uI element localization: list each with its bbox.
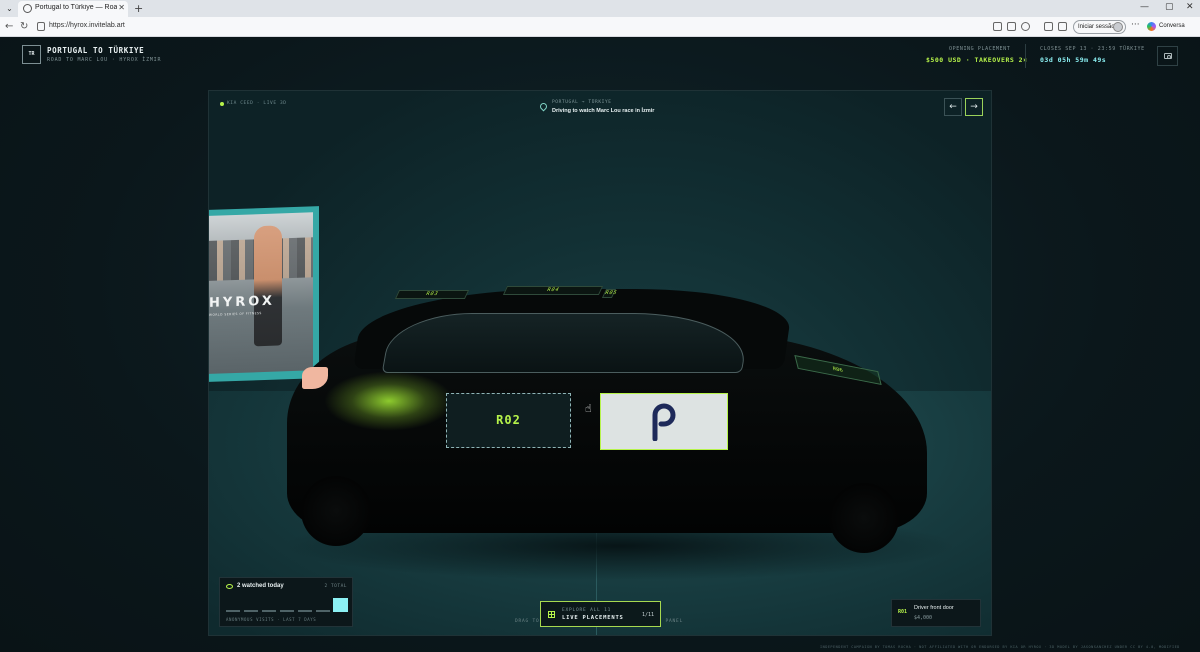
placement-price: $4,000 <box>914 615 933 621</box>
closes-label: CLOSES SEP 13 · 23:59 TÜRKIYE <box>1040 46 1145 52</box>
browser-tab[interactable]: Portugal to Türkiye — Road Trip S ✕ <box>18 1 128 17</box>
window-close-icon[interactable]: ✕ <box>1186 2 1194 12</box>
explore-label: EXPLORE ALL 11 <box>562 608 612 613</box>
watched-today: 2 watched today <box>237 583 284 589</box>
location-pin-icon <box>538 101 549 112</box>
more-menu-icon[interactable]: ··· <box>1131 20 1140 30</box>
day-bar <box>280 610 294 612</box>
tab-title: Portugal to Türkiye — Road Trip S <box>35 4 117 11</box>
copilot-button[interactable]: Conversa <box>1147 20 1185 33</box>
placement-title: Driver front door <box>914 605 954 611</box>
screenshot-button[interactable] <box>1157 46 1178 66</box>
drag-hint-left: DRAG TO <box>515 619 540 624</box>
back-arrow-icon[interactable]: ← <box>5 21 13 33</box>
new-tab-plus-icon[interactable]: + <box>134 2 143 15</box>
site-logo[interactable]: TR <box>22 45 41 64</box>
refresh-icon[interactable]: ↻ <box>20 21 28 33</box>
address-bar: ← ↻ https://hyrox.invitelab.art Iniciar … <box>0 17 1200 37</box>
day-bar-today <box>333 598 348 612</box>
live-indicator-dot <box>220 102 224 106</box>
next-placement-button[interactable]: → <box>965 98 983 116</box>
eye-icon <box>226 584 233 589</box>
placement-slot-r02[interactable]: R02 <box>446 393 571 448</box>
route-label: PORTUGAL → TÜRKIYE <box>552 100 612 105</box>
front-wheel <box>829 483 899 553</box>
close-icon[interactable]: ✕ <box>118 3 125 12</box>
sign-in-label: Iniciar sessão <box>1078 24 1115 30</box>
billboard-photo: HYROX WORLD SERIES OF FITNESS <box>209 212 313 374</box>
watch-footer: ANONYMOUS VISITS · LAST 7 DAYS <box>226 617 317 622</box>
copilot-icon <box>1147 22 1156 31</box>
browser-tab-bar: ⌄ Portugal to Türkiye — Road Trip S ✕ + … <box>0 0 1200 17</box>
grid-icon <box>548 611 555 618</box>
minimize-icon[interactable]: — <box>1140 2 1149 12</box>
car-3d-stage[interactable]: KIA CEED · LIVE 3D PORTUGAL → TÜRKIYE Dr… <box>208 90 992 636</box>
url-text: https://hyrox.invitelab.art <box>49 22 125 29</box>
roof-slot-r04[interactable]: R04 <box>502 286 604 295</box>
day-bar <box>226 610 240 612</box>
day-bar <box>298 610 312 612</box>
reader-mode-icon[interactable] <box>993 22 1002 31</box>
maximize-icon[interactable]: ▢ <box>1165 2 1174 12</box>
placement-value: $500 USD · TAKEOVERS 2× <box>926 56 1028 64</box>
rear-quarter-glow <box>324 371 454 431</box>
sign-in-button[interactable]: Iniciar sessão <box>1073 20 1126 34</box>
page: TR PORTUGAL TO TÜRKIYE ROAD TO MARC LOU … <box>0 38 1200 652</box>
placement-counter: 1/11 <box>641 612 654 618</box>
route-title: Driving to watch Marc Lou race in İzmir <box>552 108 655 114</box>
site-info-icon[interactable] <box>37 22 45 31</box>
zoom-icon[interactable] <box>1007 22 1016 31</box>
selected-placement-card[interactable]: R01 Driver front door $4,000 <box>891 599 981 627</box>
explore-title: LIVE PLACEMENTS <box>562 615 624 621</box>
placement-label: OPENING PLACEMENT <box>949 46 1011 52</box>
watched-total: 2 TOTAL <box>324 584 347 589</box>
brand-p-logo-icon <box>652 403 676 441</box>
extensions-icon[interactable] <box>1044 22 1053 31</box>
favorite-star-icon[interactable] <box>1021 22 1030 31</box>
globe-icon <box>23 4 32 13</box>
rear-wheel <box>301 476 371 546</box>
placement-slot-r01-logo[interactable] <box>600 393 728 450</box>
hand-cursor-icon: ☝ <box>585 402 592 415</box>
footer-disclaimer: INDEPENDENT CAMPAIGN BY TOMAS ROCHA · NO… <box>820 645 1180 649</box>
site-title: PORTUGAL TO TÜRKIYE <box>47 46 145 55</box>
day-bar <box>262 610 276 612</box>
car-window <box>381 313 753 373</box>
athlete-image <box>254 225 282 347</box>
tab-list-chevron-icon[interactable]: ⌄ <box>4 3 15 14</box>
watch-stats-panel: 2 watched today 2 TOTAL ANONYMOUS VISITS… <box>219 577 353 627</box>
billboard-brand: HYROX <box>209 293 275 311</box>
site-subtitle: ROAD TO MARC LOU · HYROX İZMIR <box>47 57 162 63</box>
collections-icon[interactable] <box>1058 22 1067 31</box>
copilot-label: Conversa <box>1159 23 1185 29</box>
live-status-text: KIA CEED · LIVE 3D <box>227 101 287 106</box>
day-bar <box>244 610 258 612</box>
camera-icon <box>1164 53 1172 59</box>
hyrox-billboard: HYROX WORLD SERIES OF FITNESS <box>209 206 319 382</box>
roof-slot-r03[interactable]: R03 <box>394 290 470 299</box>
countdown-timer: 03d 05h 59m 49s <box>1040 56 1107 64</box>
profile-avatar-icon <box>1113 22 1123 32</box>
day-bar <box>316 610 330 612</box>
placement-code: R01 <box>898 609 908 615</box>
explore-placements-button[interactable]: EXPLORE ALL 11 LIVE PLACEMENTS 1/11 <box>540 601 661 627</box>
header-divider <box>1025 44 1026 68</box>
previous-placement-button[interactable]: ← <box>944 98 962 116</box>
url-field[interactable]: https://hyrox.invitelab.art <box>33 20 1065 34</box>
